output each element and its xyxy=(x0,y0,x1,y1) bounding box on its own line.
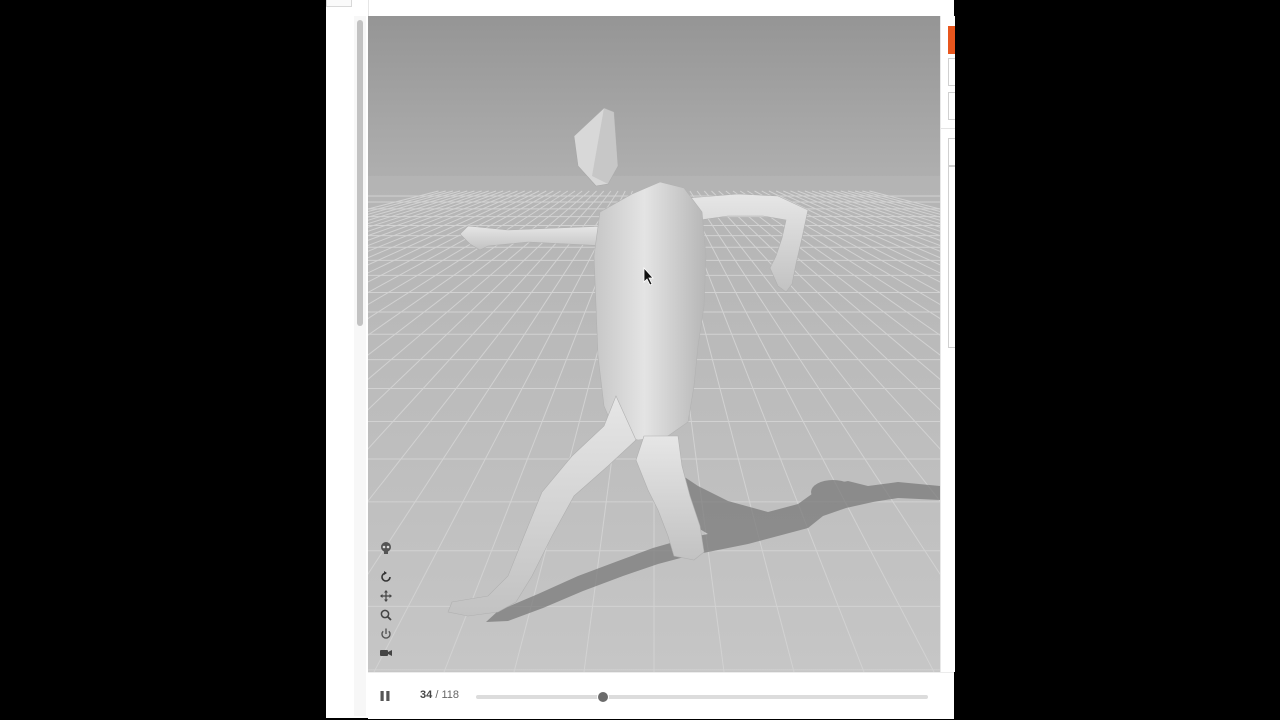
pan-icon xyxy=(380,590,392,602)
pause-icon xyxy=(380,691,390,701)
scrollbar[interactable] xyxy=(354,16,366,716)
right-panel xyxy=(940,16,955,672)
pan-button[interactable] xyxy=(378,588,394,604)
skeleton-toggle-button[interactable] xyxy=(378,540,394,556)
left-sidebar xyxy=(326,0,369,718)
panel-divider xyxy=(941,128,955,129)
viewer-window: 34 / 118 xyxy=(326,0,955,719)
panel-tab-4[interactable] xyxy=(948,138,955,166)
camera-icon xyxy=(380,650,392,656)
frame-counter: 34 / 118 xyxy=(420,689,459,701)
zoom-button[interactable] xyxy=(378,607,394,623)
zoom-icon xyxy=(380,609,392,621)
panel-tab-2[interactable] xyxy=(948,58,955,86)
skeleton-icon xyxy=(381,542,391,554)
3d-viewport[interactable] xyxy=(368,16,940,672)
panel-section xyxy=(948,166,955,348)
frame-separator: / xyxy=(435,689,439,701)
scrollbar-thumb[interactable] xyxy=(357,20,363,326)
panel-tab-active[interactable] xyxy=(948,26,955,54)
power-button[interactable] xyxy=(378,626,394,642)
reset-view-icon xyxy=(381,571,391,582)
model-torso xyxy=(593,181,707,441)
top-tab[interactable] xyxy=(326,0,352,7)
timeline-slider[interactable] xyxy=(476,691,928,703)
timeline-knob[interactable] xyxy=(596,691,609,703)
sky-background xyxy=(368,16,940,196)
panel-tab-3[interactable] xyxy=(948,92,955,120)
scene-canvas[interactable] xyxy=(368,16,940,672)
reset-view-button[interactable] xyxy=(378,569,394,585)
viewport-toolbar xyxy=(378,540,394,664)
total-frames: 118 xyxy=(441,689,459,701)
pause-button[interactable] xyxy=(376,687,394,705)
playback-controls: 34 / 118 xyxy=(368,672,954,719)
power-icon xyxy=(381,628,391,639)
camera-button[interactable] xyxy=(378,645,394,661)
current-frame: 34 xyxy=(420,689,433,701)
